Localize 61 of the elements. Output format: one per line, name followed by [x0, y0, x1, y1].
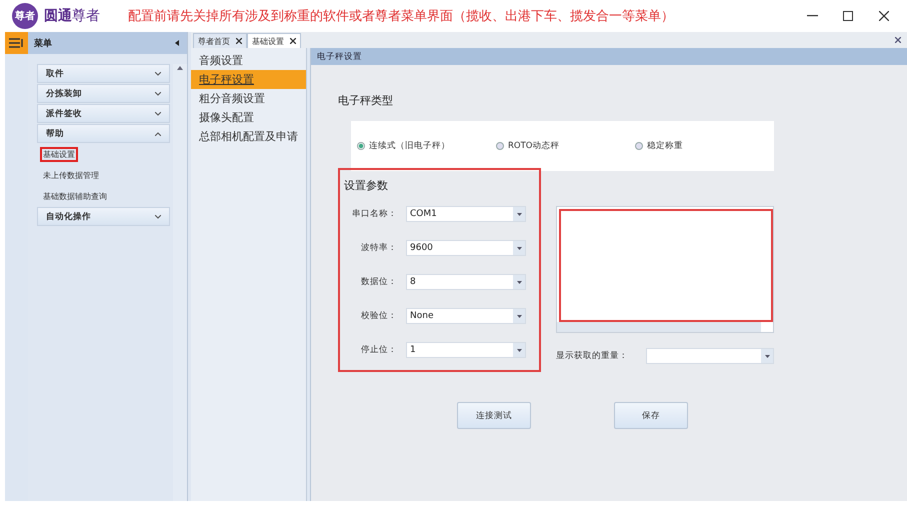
field-label: 波特率：: [360, 242, 398, 254]
chevron-down-icon: [155, 92, 161, 96]
action-button[interactable]: 连接测试: [457, 402, 531, 429]
chevron-down-icon: [155, 214, 161, 218]
chevron-down-icon: [155, 112, 161, 116]
collapse-icon[interactable]: [175, 40, 179, 46]
settings-nav-item[interactable]: 粗分音频设置: [191, 89, 306, 108]
sidebar-title: 菜单: [34, 37, 52, 50]
field-label: 停止位：: [360, 344, 398, 356]
app-logo: 尊者: [12, 3, 38, 29]
dropdown[interactable]: COM1: [406, 206, 526, 222]
settings-nav-item[interactable]: 摄像头配置: [191, 108, 306, 127]
menu-icon: [8, 38, 24, 48]
field-label: 校验位：: [360, 310, 398, 322]
field-label: 串口名称：: [351, 208, 398, 220]
scroll-up-icon[interactable]: [177, 66, 183, 70]
notice-text: 配置前请先关掉所有涉及到称重的软件或者尊者菜单界面（揽收、出港下车、揽发合一等菜单）: [128, 8, 675, 25]
dropdown[interactable]: 9600: [406, 240, 526, 256]
section-heading: 电子秤类型: [338, 93, 394, 108]
output-box[interactable]: [556, 206, 774, 333]
section-heading: 设置参数: [344, 178, 389, 193]
action-button[interactable]: 保存: [614, 402, 688, 429]
close-icon[interactable]: [895, 37, 901, 43]
settings-nav-item[interactable]: 音频设置: [191, 51, 306, 70]
caret-down-icon: [516, 348, 522, 352]
app-name: 圆通尊者: [44, 7, 100, 25]
caret-down-icon: [516, 212, 522, 216]
caret-down-icon: [516, 246, 522, 250]
settings-nav-item[interactable]: 电子秤设置: [191, 70, 306, 89]
field-label: 显示获取的重量：: [556, 350, 629, 362]
radio-option[interactable]: 连续式（旧电子秤）: [357, 140, 496, 152]
maximize-icon: [843, 11, 853, 21]
scrollbar[interactable]: [173, 64, 187, 501]
tab[interactable]: 尊者首页: [193, 33, 247, 48]
minimize-icon: [806, 15, 818, 17]
caret-down-icon: [516, 280, 522, 284]
menu-toggle-button[interactable]: [5, 32, 28, 54]
dropdown[interactable]: 8: [406, 274, 526, 290]
dropdown[interactable]: None: [406, 308, 526, 324]
caret-down-icon: [764, 354, 770, 358]
menu-item[interactable]: 基础数据辅助查询: [40, 189, 110, 204]
menu-item[interactable]: 未上传数据管理: [40, 168, 102, 183]
chevron-up-icon: [155, 132, 161, 136]
close-icon[interactable]: [290, 38, 296, 44]
field-label: 数据位：: [360, 276, 398, 288]
caret-down-icon: [516, 314, 522, 318]
menu-group[interactable]: 帮助: [37, 124, 170, 143]
settings-nav-item[interactable]: 总部相机配置及申请: [191, 127, 306, 146]
close-icon: [879, 11, 889, 21]
menu-group[interactable]: 分拣装卸: [37, 84, 170, 103]
menu-group[interactable]: 自动化操作: [37, 207, 170, 226]
close-icon[interactable]: [236, 38, 242, 44]
radio-option[interactable]: 稳定称重: [635, 140, 774, 152]
menu-group[interactable]: 派件签收: [37, 104, 170, 123]
panel-header: 电子秤设置: [311, 48, 907, 65]
dropdown[interactable]: 1: [406, 342, 526, 358]
menu-group[interactable]: 取件: [37, 64, 170, 83]
chevron-down-icon: [155, 72, 161, 76]
menu-item[interactable]: 基础设置: [40, 147, 78, 162]
radio-option[interactable]: ROTO动态秤: [496, 140, 635, 152]
tab[interactable]: 基础设置: [247, 33, 301, 48]
